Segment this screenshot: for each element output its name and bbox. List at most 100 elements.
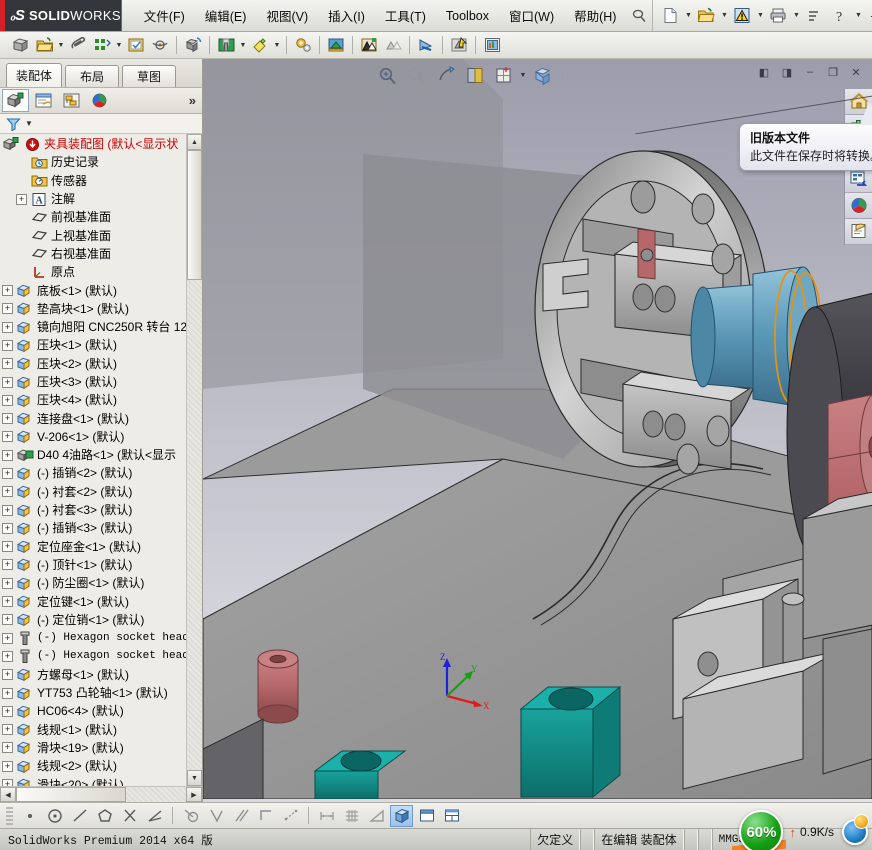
tree-expand-button[interactable]: + (2, 358, 13, 370)
tree-item-row[interactable]: + 方螺母<1> (默认) (0, 666, 186, 684)
menu-window[interactable]: 窗口(W) (499, 1, 564, 30)
tree-item-row[interactable]: + 压块<2> (默认) (0, 355, 186, 373)
network-usage-percent[interactable]: 60% (739, 810, 784, 850)
tree-expand-button[interactable]: + (16, 193, 27, 205)
feature-tree-vscrollbar[interactable]: ▲ ▼ (186, 134, 202, 786)
viewport-tile-left-button[interactable]: ◧ (754, 63, 774, 81)
insert-components-icon[interactable] (33, 34, 55, 56)
corner-icon[interactable] (254, 805, 277, 827)
pushpin-icon[interactable] (626, 8, 652, 24)
tree-item-row[interactable]: + 定位座金<1> (默认) (0, 538, 186, 556)
tree-root-row[interactable]: 夹具装配图 (默认<显示状 (0, 135, 186, 153)
rebuild-warning-button[interactable] (730, 4, 754, 28)
tree-item-row[interactable]: + (-) 防尘圈<1> (默认) (0, 574, 186, 592)
zoom-to-fit-icon[interactable] (375, 64, 400, 87)
tree-expand-button[interactable]: + (2, 650, 13, 662)
tree-item-row[interactable]: + YT753 凸轮轴<1> (默认) (0, 684, 186, 702)
new-document-button[interactable] (658, 4, 682, 28)
tree-item-row[interactable]: + 压块<1> (默认) (0, 336, 186, 354)
hole-alignment-icon[interactable] (415, 34, 437, 56)
tree-item-row[interactable]: 前视基准面 (0, 208, 186, 226)
network-widget-ball-icon[interactable] (842, 814, 869, 845)
scroll-thumb[interactable] (187, 150, 202, 280)
tree-expand-button[interactable]: + (2, 467, 13, 479)
menu-edit[interactable]: 编辑(E) (195, 1, 257, 30)
scroll-left-button[interactable]: ◀ (0, 787, 16, 802)
tree-expand-button[interactable]: + (2, 541, 13, 553)
single-viewport-icon[interactable] (415, 805, 438, 827)
tree-item-row[interactable]: + A 注解 (0, 190, 186, 208)
previous-view-icon[interactable] (433, 64, 458, 87)
tree-expand-button[interactable]: + (2, 285, 13, 297)
tab-property-manager[interactable] (30, 89, 57, 112)
chevron-down-icon[interactable]: ▼ (56, 42, 66, 49)
construction-geometry-icon[interactable] (279, 805, 302, 827)
interference-icon[interactable] (358, 34, 380, 56)
tree-item-row[interactable]: + 镜向旭阳 CNC250R 转台 12 (0, 318, 186, 336)
tree-expand-button[interactable]: + (2, 742, 13, 754)
tree-item-row[interactable]: 传感器 (0, 172, 186, 190)
tree-item-row[interactable]: + 压块<4> (默认) (0, 391, 186, 409)
circle-icon[interactable] (43, 805, 66, 827)
graphics-viewport[interactable]: Z X Y ▼ ◧ ◨ – ❐ ✕ 旧版本文件 此文件在保存时将转换。 (203, 59, 872, 802)
viewport-tile-right-button[interactable]: ◨ (777, 63, 797, 81)
show-hidden-icon[interactable] (149, 34, 171, 56)
tangent-icon[interactable] (179, 805, 202, 827)
feature-tree-filter-bar[interactable]: ▼ (0, 114, 202, 134)
tree-item-row[interactable]: + (-) Hexagon socket head (0, 647, 186, 665)
tree-expand-button[interactable]: + (2, 632, 13, 644)
tree-item-row[interactable]: + 滑块<20> (默认) (0, 775, 186, 786)
scroll-down-button[interactable]: ▼ (187, 770, 202, 786)
assembly-visualization-icon[interactable] (448, 34, 470, 56)
tree-expand-button[interactable]: + (2, 687, 13, 699)
tab-assembly[interactable]: 装配体 (6, 63, 63, 87)
scroll-track[interactable] (187, 280, 202, 770)
tree-expand-button[interactable]: + (2, 321, 13, 333)
tree-item-row[interactable]: + (-) 定位销<1> (默认) (0, 611, 186, 629)
scroll-right-button[interactable]: ▶ (186, 787, 202, 802)
chevron-down-icon[interactable]: ▼ (238, 42, 248, 49)
feature-tree-hscrollbar[interactable]: ◀ ▶ (0, 786, 202, 802)
tree-expand-button[interactable]: + (2, 376, 13, 388)
tree-item-row[interactable]: + 压块<3> (默认) (0, 373, 186, 391)
chevron-down-icon[interactable]: ▼ (683, 12, 693, 19)
tree-expand-button[interactable]: + (2, 596, 13, 608)
tree-item-row[interactable]: + 线规<2> (默认) (0, 757, 186, 775)
tree-item-row[interactable]: + HC06<4> (默认) (0, 702, 186, 720)
tree-item-row[interactable]: + 底板<1> (默认) (0, 281, 186, 299)
open-document-button[interactable] (694, 4, 718, 28)
tree-item-row[interactable]: + 连接盘<1> (默认) (0, 409, 186, 427)
tree-item-row[interactable]: + 线规<1> (默认) (0, 721, 186, 739)
tree-item-row[interactable]: + (-) 插销<3> (默认) (0, 519, 186, 537)
intersection-curve-icon[interactable] (118, 805, 141, 827)
tree-expand-button[interactable]: + (2, 449, 13, 461)
angle-icon[interactable] (143, 805, 166, 827)
view-orientation-icon[interactable] (491, 64, 516, 87)
measure-angle-icon[interactable] (365, 805, 388, 827)
menu-insert[interactable]: 插入(I) (318, 1, 375, 30)
exploded-view-icon[interactable] (325, 34, 347, 56)
perpendicular-icon[interactable] (204, 805, 227, 827)
tree-expand-button[interactable]: + (2, 779, 13, 786)
polygon-icon[interactable] (93, 805, 116, 827)
chevron-down-icon[interactable]: ▼ (114, 42, 124, 49)
task-pane-custom-properties-button[interactable] (845, 219, 872, 245)
tree-expand-button[interactable]: + (2, 669, 13, 681)
smart-fasteners-icon[interactable] (125, 34, 147, 56)
tree-item-row[interactable]: + (-) Hexagon socket head (0, 629, 186, 647)
display-style-cube-icon[interactable] (530, 64, 555, 87)
tree-expand-button[interactable]: + (2, 705, 13, 717)
tree-expand-button[interactable]: + (2, 504, 13, 516)
move-component-icon[interactable] (182, 34, 204, 56)
viewport-minimize-button[interactable]: – (800, 63, 820, 81)
scroll-up-button[interactable]: ▲ (187, 134, 202, 150)
tree-item-row[interactable]: + 垫高块<1> (默认) (0, 300, 186, 318)
tree-expand-button[interactable]: + (2, 339, 13, 351)
clearance-icon[interactable] (382, 34, 404, 56)
point-icon[interactable] (18, 805, 41, 827)
mate-paperclip-icon[interactable] (67, 34, 89, 56)
chevron-down-icon[interactable]: ▼ (719, 12, 729, 19)
chevron-down-icon[interactable]: ▼ (755, 12, 765, 19)
tree-expand-button[interactable]: + (2, 724, 13, 736)
reference-geometry-icon[interactable] (249, 34, 271, 56)
